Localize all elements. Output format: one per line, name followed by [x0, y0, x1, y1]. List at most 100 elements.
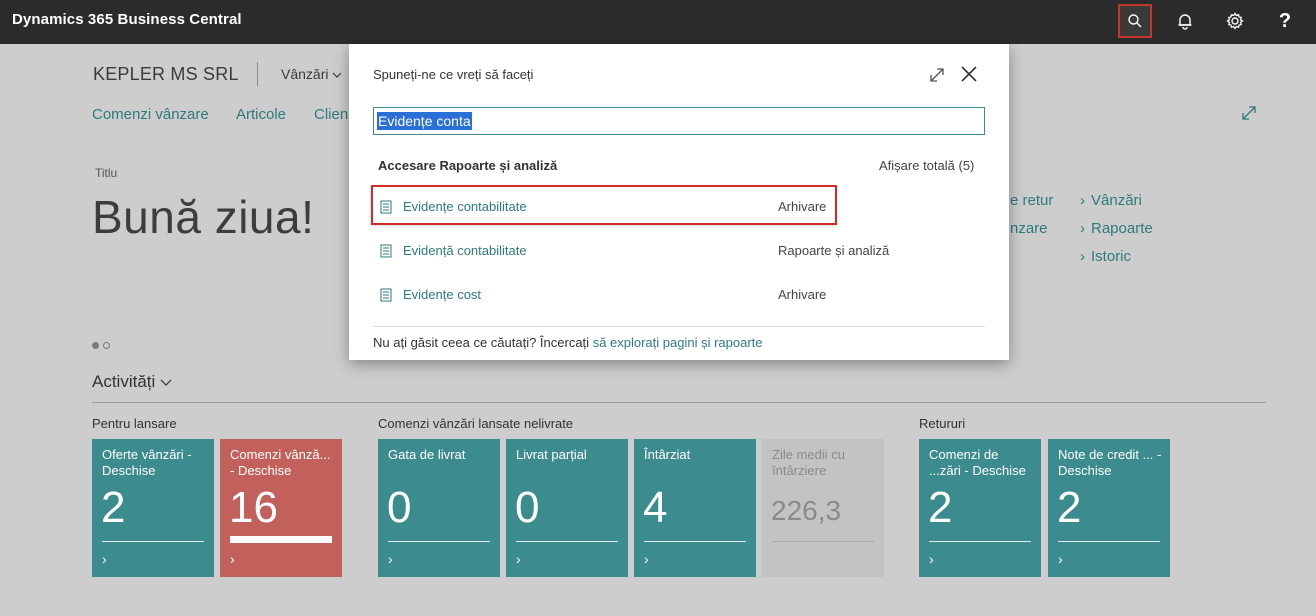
header-divider	[257, 62, 258, 86]
result-name: Evidență contabilitate	[403, 243, 527, 258]
cue-divider	[102, 541, 204, 542]
activities-divider	[92, 402, 1266, 403]
group-title-release: Pentru lansare	[92, 416, 177, 431]
chevron-right-icon: ›	[1058, 551, 1063, 567]
notifications-button[interactable]	[1168, 4, 1202, 38]
report-icon	[380, 200, 392, 214]
headline-greeting: Bună ziua!	[92, 191, 315, 243]
dialog-footer: Nu ați găsit ceea ce căutați? Încercați …	[373, 335, 763, 350]
side-link-reports[interactable]: › Rapoarte	[1080, 220, 1153, 237]
cue-divider	[388, 541, 490, 542]
cue-divider	[929, 541, 1031, 542]
cue-tile[interactable]: Oferte vânzări - Deschise 2 ›	[92, 439, 214, 577]
activities-heading[interactable]: Activități	[92, 372, 172, 392]
cue-value: 0	[387, 483, 412, 532]
headline-pager	[92, 336, 114, 354]
pager-dot[interactable]	[103, 342, 110, 349]
expand-icon[interactable]	[1240, 104, 1258, 122]
cue-divider	[1058, 541, 1160, 542]
activities-title: Activități	[92, 372, 156, 391]
cue-label: Zile medii cu întârziere	[772, 447, 845, 478]
help-button[interactable]: ?	[1268, 4, 1302, 38]
cue-label: Comenzi vânză... - Deschise	[230, 447, 331, 478]
result-category: Rapoarte și analiză	[778, 243, 890, 258]
cue-value: 0	[515, 483, 540, 532]
search-input-value: Evidențe conta	[377, 112, 472, 130]
cue-tile[interactable]: Comenzi vânză... - Deschise 16 ›	[220, 439, 342, 577]
result-category: Arhivare	[778, 199, 827, 214]
chevron-right-icon: ›	[388, 551, 393, 567]
cue-label: Întârziat	[644, 447, 691, 462]
search-input[interactable]: Evidențe conta	[373, 107, 985, 135]
chevron-right-icon: ›	[102, 551, 107, 567]
cue-value: 226,3	[771, 495, 842, 526]
cue-value: 2	[928, 483, 953, 532]
chevron-down-icon	[332, 72, 342, 78]
side-link-vanzari[interactable]: › Vânzări	[1080, 192, 1142, 209]
cue-divider	[516, 541, 618, 542]
nav-link-sales-orders[interactable]: Comenzi vânzare	[92, 106, 209, 123]
search-result[interactable]: Evidență contabilitate Rapoarte și anali…	[373, 231, 985, 271]
cue-value: 2	[101, 483, 126, 532]
chevron-down-icon	[160, 379, 172, 386]
side-link-returns[interactable]: e retur	[1010, 192, 1053, 209]
nav-link-customers[interactable]: Clien	[314, 106, 348, 123]
top-bar: Dynamics 365 Business Central ?	[0, 0, 1316, 44]
chevron-right-icon: ›	[644, 551, 649, 567]
result-category: Arhivare	[778, 287, 827, 302]
chevron-right-icon: ›	[516, 551, 521, 567]
tell-me-dialog: Spuneți-ne ce vreți să faceți Evidențe c…	[349, 44, 1009, 360]
dialog-title: Spuneți-ne ce vreți să faceți	[373, 67, 534, 82]
side-link-label: Istoric	[1091, 248, 1132, 265]
cue-value: 4	[643, 483, 668, 532]
cue-label: Comenzi de ...zări - Deschise	[929, 447, 1026, 478]
result-name: Evidențe contabilitate	[403, 199, 527, 214]
app-title[interactable]: Dynamics 365 Business Central	[12, 11, 242, 28]
nav-link-items[interactable]: Articole	[236, 106, 286, 123]
chevron-right-icon: ›	[929, 551, 934, 567]
cue-tile[interactable]: Livrat parțial 0 ›	[506, 439, 628, 577]
role-menu[interactable]: Vânzări	[281, 66, 342, 82]
result-name: Evidențe cost	[403, 287, 482, 302]
cue-value: 2	[1057, 483, 1082, 532]
cue-value: 16	[229, 483, 278, 532]
report-icon	[380, 288, 392, 302]
chevron-right-icon: ›	[230, 551, 235, 567]
role-menu-label: Vânzări	[281, 66, 329, 82]
cue-divider	[772, 541, 874, 542]
headline-label: Titlu	[95, 166, 118, 180]
side-link-history[interactable]: › Istoric	[1080, 248, 1131, 265]
search-icon	[1128, 14, 1142, 28]
search-result[interactable]: Evidențe contabilitate Arhivare	[371, 185, 837, 225]
cue-divider	[644, 541, 746, 542]
pager-dot-active[interactable]	[92, 342, 99, 349]
cue-label: Oferte vânzări - Deschise	[102, 447, 192, 478]
explore-pages-link[interactable]: să explorați pagini și rapoarte	[593, 335, 763, 350]
company-name[interactable]: KEPLER MS SRL	[93, 64, 239, 85]
cue-tile[interactable]: Întârziat 4 ›	[634, 439, 756, 577]
side-link-sales[interactable]: nzare	[1010, 220, 1048, 237]
report-icon	[380, 244, 392, 258]
chevron-right-icon: ›	[1080, 192, 1085, 209]
gear-icon	[1226, 12, 1244, 30]
cue-tile[interactable]: Note de credit ... - Deschise 2 ›	[1048, 439, 1170, 577]
chevron-right-icon: ›	[1080, 248, 1085, 265]
close-icon[interactable]	[959, 64, 979, 84]
cue-label: Livrat parțial	[516, 447, 587, 462]
group-title-unshipped: Comenzi vânzări lansate nelivrate	[378, 416, 574, 431]
search-button[interactable]	[1118, 4, 1152, 38]
dialog-divider	[373, 326, 985, 327]
cue-label: Note de credit ... - Deschise	[1058, 447, 1162, 478]
side-link-label: Rapoarte	[1091, 220, 1153, 237]
search-result[interactable]: Evidențe cost Arhivare	[373, 275, 985, 315]
cue-tile[interactable]: Gata de livrat 0 ›	[378, 439, 500, 577]
results-section-heading: Accesare Rapoarte și analiză	[378, 158, 558, 173]
expand-icon[interactable]	[928, 66, 946, 84]
cue-label: Gata de livrat	[388, 447, 466, 462]
settings-button[interactable]	[1218, 4, 1252, 38]
cue-tile[interactable]: Zile medii cu întârziere 226,3	[762, 439, 884, 577]
cue-tile[interactable]: Comenzi de ...zări - Deschise 2 ›	[919, 439, 1041, 577]
group-title-returns: Retururi	[919, 416, 966, 431]
show-all-link[interactable]: Afișare totală (5)	[879, 158, 974, 173]
side-link-label: Vânzări	[1091, 192, 1142, 209]
